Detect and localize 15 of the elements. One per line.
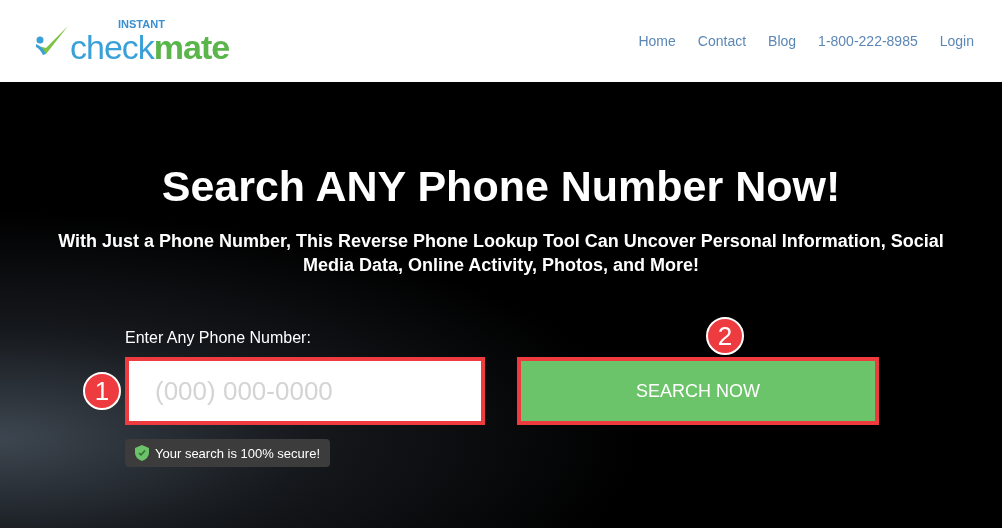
- hero-subtitle: With Just a Phone Number, This Reverse Phone Lookup Tool Can Uncover Personal Information, Social Media Data, Online Activity, Photos, and More!: [57, 230, 945, 277]
- logo-wordmark: checkmate: [70, 29, 230, 64]
- step-number-badge: 1: [83, 372, 121, 410]
- nav-link[interactable]: Login: [939, 33, 974, 49]
- logo-tagline: INSTANT: [118, 18, 166, 30]
- nav-link[interactable]: Home: [638, 33, 676, 49]
- nav-link[interactable]: Blog: [768, 33, 797, 49]
- search-button[interactable]: SEARCH NOW: [517, 357, 879, 425]
- shield-check-icon: [135, 445, 149, 461]
- field-label: Enter Any Phone Number:: [125, 329, 312, 348]
- step-number-badge: 2: [706, 317, 744, 355]
- nav-link[interactable]: Contact: [697, 33, 747, 49]
- secure-note: Your search is 100% secure!: [155, 445, 320, 461]
- hero-title: Search ANY Phone Number Now!: [161, 162, 841, 211]
- nav-link[interactable]: 1-800-222-8985: [818, 33, 918, 49]
